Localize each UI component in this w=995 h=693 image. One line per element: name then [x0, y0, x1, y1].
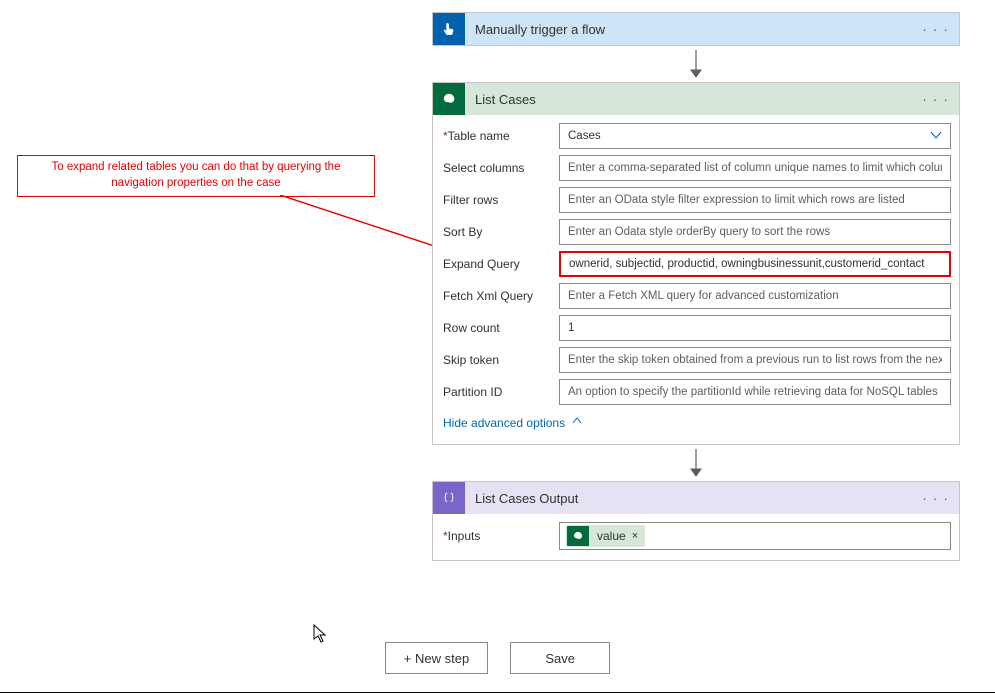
inputs-field[interactable]: value × [559, 522, 951, 550]
table-name-select[interactable] [559, 123, 951, 149]
skip-token-input[interactable] [559, 347, 951, 373]
new-step-button[interactable]: + New step [385, 642, 488, 674]
flow-connector [432, 445, 960, 481]
trigger-card[interactable]: Manually trigger a flow · · · [432, 12, 960, 46]
expand-query-input[interactable] [559, 251, 951, 277]
row-count-input[interactable] [559, 315, 951, 341]
braces-icon [433, 482, 465, 514]
value-chip[interactable]: value × [566, 525, 645, 547]
filter-rows-label: Filter rows [441, 193, 559, 207]
partition-id-input[interactable] [559, 379, 951, 405]
hide-advanced-toggle[interactable]: Hide advanced options [441, 411, 585, 440]
chip-label: value [589, 529, 632, 543]
chip-remove[interactable]: × [632, 530, 644, 542]
advanced-toggle-label: Hide advanced options [443, 416, 565, 430]
table-name-label: *Table name [441, 129, 559, 143]
list-cases-card[interactable]: List Cases · · · *Table name Select colu… [432, 82, 960, 445]
dataverse-icon [567, 525, 589, 547]
chevron-up-icon [571, 415, 583, 430]
sort-by-input[interactable] [559, 219, 951, 245]
sort-by-label: Sort By [441, 225, 559, 239]
inputs-label: *Inputs [441, 529, 559, 543]
expand-query-label: Expand Query [441, 257, 559, 271]
flow-connector [432, 46, 960, 82]
save-button[interactable]: Save [510, 642, 610, 674]
trigger-title: Manually trigger a flow [465, 22, 912, 37]
select-columns-input[interactable] [559, 155, 951, 181]
list-cases-menu[interactable]: · · · [912, 91, 959, 107]
filter-rows-input[interactable] [559, 187, 951, 213]
annotation-text: To expand related tables you can do that… [28, 160, 364, 191]
skip-token-label: Skip token [441, 353, 559, 367]
fetch-xml-input[interactable] [559, 283, 951, 309]
touch-icon [433, 13, 465, 45]
partition-id-label: Partition ID [441, 385, 559, 399]
output-card[interactable]: List Cases Output · · · *Inputs value × [432, 481, 960, 561]
dataverse-icon [433, 83, 465, 115]
fetch-xml-label: Fetch Xml Query [441, 289, 559, 303]
trigger-menu[interactable]: · · · [912, 21, 959, 37]
list-cases-title: List Cases [465, 92, 912, 107]
row-count-label: Row count [441, 321, 559, 335]
output-menu[interactable]: · · · [912, 490, 959, 506]
cursor-icon [313, 624, 329, 647]
output-title: List Cases Output [465, 491, 912, 506]
select-columns-label: Select columns [441, 161, 559, 175]
annotation-callout: To expand related tables you can do that… [17, 155, 375, 197]
